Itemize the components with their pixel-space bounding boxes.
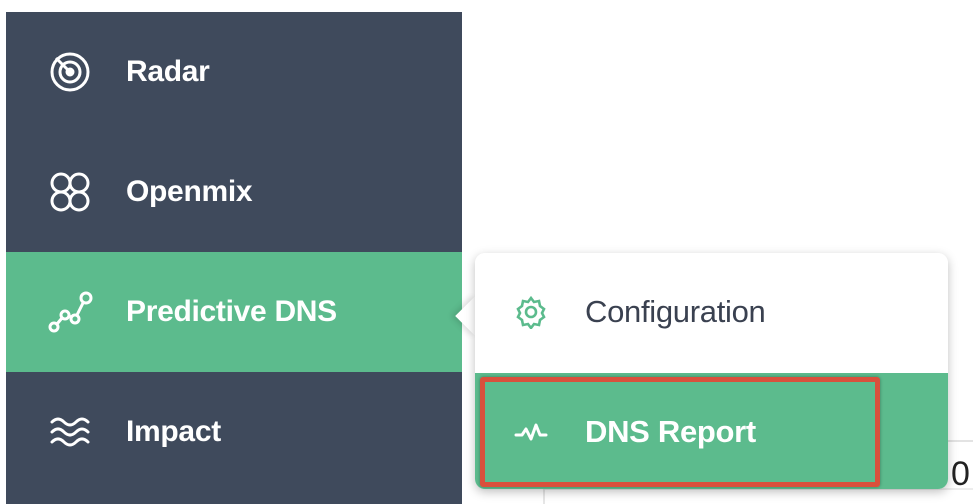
sidebar-item-label: Predictive DNS <box>126 295 337 328</box>
submenu-item-configuration[interactable]: Configuration <box>475 253 948 371</box>
openmix-icon <box>46 168 94 216</box>
highlight-box <box>480 377 880 487</box>
sidebar-item-openmix[interactable]: Openmix <box>6 132 462 252</box>
sidebar-item-predictive-dns[interactable]: Predictive DNS <box>6 252 462 372</box>
background-divider <box>945 440 973 442</box>
radar-icon <box>46 48 94 96</box>
top-strip <box>0 0 973 12</box>
background-partial-text: 0 <box>951 455 970 493</box>
submenu-item-label: Configuration <box>585 294 766 329</box>
sidebar-item-radar[interactable]: Radar <box>6 12 462 132</box>
background-table-border-left <box>543 488 545 504</box>
sidebar: Radar Openmix Predictive DNS Impact <box>6 12 462 504</box>
impact-icon <box>46 408 94 456</box>
predictive-dns-icon <box>46 288 94 336</box>
gear-icon <box>513 294 549 330</box>
sidebar-item-label: Radar <box>126 55 210 88</box>
sidebar-item-label: Openmix <box>126 175 253 208</box>
sidebar-item-label: Impact <box>126 415 221 448</box>
sidebar-item-impact[interactable]: Impact <box>6 372 462 492</box>
